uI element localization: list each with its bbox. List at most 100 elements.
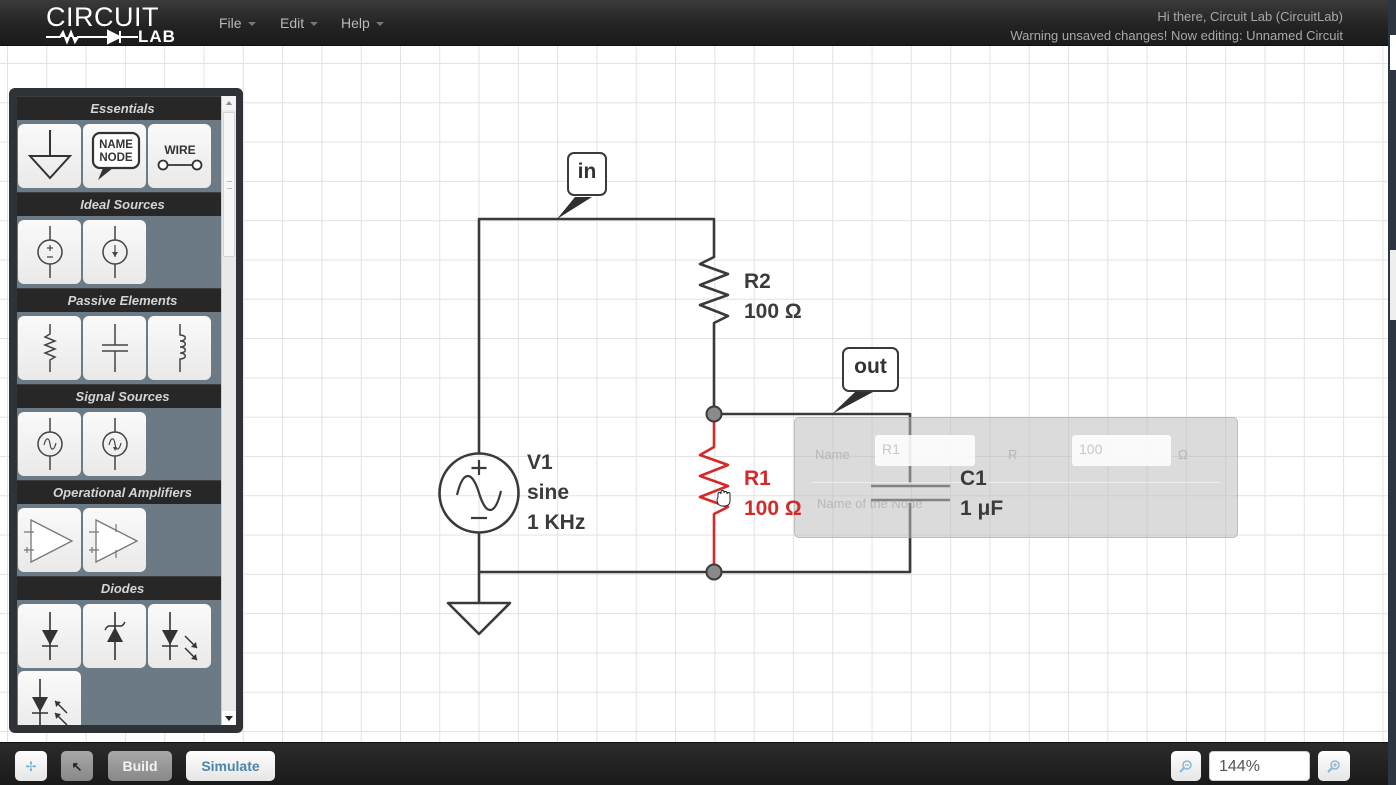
- zoom-in-icon: [1327, 760, 1340, 773]
- build-label: Build: [122, 758, 158, 774]
- photodiode-icon: [31, 679, 68, 725]
- palette-item-opamp-powered[interactable]: [83, 508, 146, 572]
- simulate-mode-button[interactable]: Simulate: [186, 751, 275, 781]
- palette-item-led[interactable]: [148, 604, 211, 668]
- menu-help[interactable]: Help: [341, 15, 384, 33]
- capacitor-icon: [101, 324, 128, 372]
- logo-text-lab: LAB: [138, 27, 176, 46]
- sine-current-source-icon: [101, 418, 128, 470]
- r2-value: 100 Ω: [744, 300, 802, 323]
- component-palette: Essentials NAME NODE WIRE Ideal Sources …: [9, 88, 243, 733]
- ground-icon: [27, 130, 72, 180]
- popover-divider: [811, 482, 1221, 483]
- window-edge: [1388, 0, 1396, 785]
- palette-item-wire[interactable]: WIRE: [148, 124, 211, 188]
- palette-item-photodiode[interactable]: [18, 671, 81, 725]
- bottom-toolbar: ✢ ↖ Build Simulate 144%: [0, 742, 1388, 785]
- user-greeting[interactable]: Hi there, Circuit Lab (CircuitLab): [1010, 7, 1343, 26]
- menu-file[interactable]: File: [219, 15, 256, 33]
- scroll-thumb[interactable]: [223, 112, 235, 257]
- v1-type: sine: [527, 481, 570, 504]
- name-input[interactable]: R1: [875, 435, 975, 466]
- wire-icon: WIRE: [157, 143, 202, 171]
- palette-section-title: Essentials: [17, 96, 228, 120]
- node-tag-out-label: out: [854, 355, 887, 378]
- c1-value: 1 μF: [960, 497, 1004, 520]
- palette-section-title: Passive Elements: [17, 288, 228, 312]
- value-field-label: R: [1008, 447, 1018, 462]
- node-tag-in[interactable]: in: [567, 152, 607, 196]
- hand-cursor-icon: [716, 490, 731, 507]
- v1-value: 1 KHz: [527, 511, 586, 534]
- scroll-down-arrow-icon[interactable]: [222, 711, 236, 725]
- palette-section-title: Ideal Sources: [17, 192, 228, 216]
- palette-item-inductor[interactable]: [148, 316, 211, 380]
- build-mode-button[interactable]: Build: [108, 751, 172, 781]
- junction-gnd: [705, 563, 723, 581]
- logo-resistor-diode-icon: [46, 29, 138, 45]
- node-tag-out[interactable]: out: [842, 347, 899, 392]
- palette-item-diode[interactable]: [18, 604, 81, 668]
- ground-symbol: [446, 601, 512, 636]
- palette-section-title: Operational Amplifiers: [17, 480, 228, 504]
- c1-id: C1: [960, 467, 987, 490]
- palette-item-voltage-source[interactable]: [18, 220, 81, 284]
- palette-item-name-node[interactable]: NAME NODE: [83, 124, 146, 188]
- unit-label: Ω: [1178, 447, 1188, 462]
- wire-text: WIRE: [164, 143, 195, 157]
- v1-id: V1: [527, 451, 553, 474]
- palette-item-zener-diode[interactable]: [83, 604, 146, 668]
- resistor-r2: [698, 254, 730, 342]
- popover-hint: Name of the Node: [817, 496, 923, 511]
- zoom-in-button[interactable]: [1318, 751, 1350, 781]
- diode-icon: [41, 612, 58, 660]
- value-input[interactable]: 100: [1072, 435, 1171, 466]
- opamp-icon: [23, 518, 73, 564]
- palette-item-ground[interactable]: [18, 124, 81, 188]
- palette-item-current-source[interactable]: [83, 220, 146, 284]
- palette-section-title: Signal Sources: [17, 384, 228, 408]
- wire-in: [477, 217, 716, 454]
- palette-item-sine-voltage-source[interactable]: [18, 412, 81, 476]
- name-node-icon: NAME NODE: [91, 131, 140, 180]
- v1-label[interactable]: V1 sine 1 KHz: [527, 448, 585, 538]
- palette-item-sine-current-source[interactable]: [83, 412, 146, 476]
- palette-list: Essentials NAME NODE WIRE Ideal Sources …: [17, 96, 228, 725]
- chevron-down-icon: [247, 22, 256, 27]
- junction-out: [705, 405, 723, 423]
- node-tag-out-pointer: [832, 392, 873, 414]
- scroll-up-arrow-icon[interactable]: [222, 96, 236, 110]
- user-info: Hi there, Circuit Lab (CircuitLab) Warni…: [1010, 7, 1343, 45]
- menu-file-label: File: [219, 15, 242, 31]
- r1-label[interactable]: R1 100 Ω: [744, 464, 802, 524]
- circuitlab-logo[interactable]: CIRCUIT LAB: [46, 3, 196, 45]
- current-source-icon: [101, 226, 128, 278]
- led-icon: [161, 612, 198, 661]
- menu-edit[interactable]: Edit: [280, 15, 319, 33]
- c1-label[interactable]: C1 1 μF: [960, 464, 1003, 524]
- pan-tool-button[interactable]: ✢: [15, 751, 47, 781]
- select-tool-button[interactable]: ↖: [61, 751, 93, 781]
- name-field-label: Name: [815, 447, 850, 462]
- chevron-down-icon: [375, 22, 384, 27]
- r2-label[interactable]: R2 100 Ω: [744, 267, 802, 327]
- r1-value: 100 Ω: [744, 497, 802, 520]
- name-node-text2: NODE: [99, 152, 133, 164]
- r2-id: R2: [744, 270, 771, 293]
- circuitlab-app: in out V1 sine 1 KHz R2 100 Ω Name R1 R …: [0, 0, 1396, 785]
- palette-item-opamp[interactable]: [18, 508, 81, 572]
- menu-edit-label: Edit: [280, 15, 305, 31]
- menu-help-label: Help: [341, 15, 370, 31]
- edit-status: Warning unsaved changes! Now editing: Un…: [1010, 28, 1343, 43]
- zener-diode-icon: [103, 612, 126, 660]
- opamp-powered-icon: [88, 518, 138, 564]
- palette-scrollbar[interactable]: [221, 96, 236, 725]
- sine-voltage-source-icon: [36, 418, 63, 470]
- palette-item-capacitor[interactable]: [83, 316, 146, 380]
- resistor-icon: [42, 324, 57, 372]
- palette-section-title: Diodes: [17, 576, 228, 600]
- palette-item-resistor[interactable]: [18, 316, 81, 380]
- node-tag-in-label: in: [577, 160, 597, 183]
- zoom-out-button[interactable]: [1171, 751, 1201, 781]
- zoom-level-input[interactable]: 144%: [1209, 751, 1310, 781]
